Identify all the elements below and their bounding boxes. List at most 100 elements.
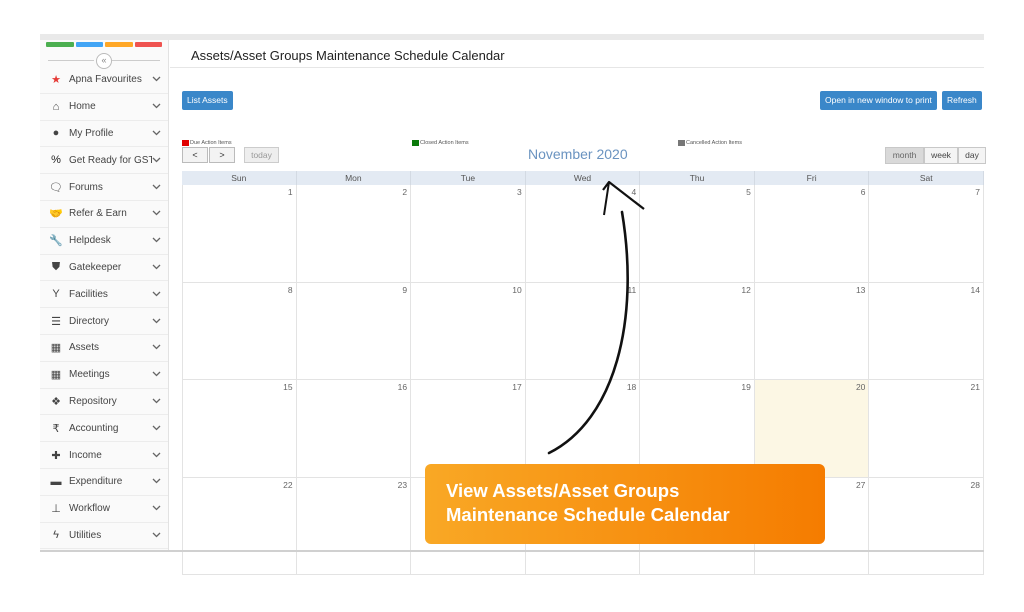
- day-number[interactable]: 7: [975, 187, 980, 197]
- calendar-day-cell[interactable]: 22: [182, 477, 297, 574]
- chevron-down-icon[interactable]: [152, 369, 162, 380]
- day-number[interactable]: 20: [856, 382, 865, 392]
- day-number[interactable]: 16: [398, 382, 407, 392]
- day-number[interactable]: 28: [971, 480, 980, 490]
- calendar-day-cell[interactable]: 8: [182, 282, 297, 379]
- day-number[interactable]: 2: [402, 187, 407, 197]
- calendar-day-cell[interactable]: 23: [297, 477, 412, 574]
- sidebar-item-label: Accounting: [69, 422, 119, 434]
- brand-color-orange: [105, 42, 133, 47]
- calendar-day-cell[interactable]: 6: [755, 185, 870, 282]
- day-number[interactable]: 27: [856, 480, 865, 490]
- sidebar-item-gatekeeper[interactable]: ⛊ Gatekeeper: [40, 255, 168, 282]
- calendar-day-cell[interactable]: 7: [869, 185, 984, 282]
- day-number[interactable]: 14: [971, 285, 980, 295]
- day-number[interactable]: 4: [632, 187, 637, 197]
- day-number[interactable]: 15: [283, 382, 292, 392]
- day-number[interactable]: 5: [746, 187, 751, 197]
- sidebar-item-accounting[interactable]: ₹ Accounting: [40, 415, 168, 443]
- day-number[interactable]: 21: [971, 382, 980, 392]
- list-assets-button[interactable]: List Assets: [182, 91, 233, 110]
- chevron-down-icon[interactable]: [152, 289, 162, 300]
- chevron-down-icon[interactable]: [152, 155, 162, 166]
- day-number[interactable]: 3: [517, 187, 522, 197]
- day-number[interactable]: 13: [856, 285, 865, 295]
- day-number[interactable]: 17: [512, 382, 521, 392]
- chevron-down-icon[interactable]: [152, 182, 162, 193]
- month-view-button[interactable]: month: [885, 147, 924, 164]
- day-number[interactable]: 23: [398, 480, 407, 490]
- calendar-day-cell[interactable]: 17: [411, 380, 526, 477]
- sidebar-item-income[interactable]: ✚ Income: [40, 442, 168, 469]
- day-view-button[interactable]: day: [958, 147, 986, 164]
- calendar-day-cell[interactable]: 18: [526, 380, 641, 477]
- calendar-day-cell[interactable]: 5: [640, 185, 755, 282]
- calendar-day-cell[interactable]: 11: [526, 282, 641, 379]
- annotation-callout: View Assets/Asset Groups Maintenance Sch…: [425, 464, 825, 544]
- chevron-down-icon[interactable]: [152, 342, 162, 353]
- calendar-day-cell[interactable]: 9: [297, 282, 412, 379]
- next-month-button[interactable]: >: [209, 147, 235, 163]
- sidebar-item-get-ready-for-gst[interactable]: % Get Ready for GST: [40, 147, 168, 175]
- sidebar-item-label: Assets: [69, 342, 100, 354]
- chevron-down-icon[interactable]: [152, 476, 162, 487]
- open-new-window-button[interactable]: Open in new window to print: [820, 91, 937, 110]
- day-number[interactable]: 11: [627, 285, 636, 295]
- chevron-down-icon[interactable]: [152, 74, 162, 85]
- calendar-day-cell[interactable]: 1: [182, 185, 297, 282]
- sidebar-item-expenditure[interactable]: ▬ Expenditure: [40, 469, 168, 496]
- day-number[interactable]: 12: [741, 285, 750, 295]
- sidebar-item-apna-favourites[interactable]: ★ Apna Favourites: [40, 67, 168, 94]
- chevron-down-icon[interactable]: [152, 396, 162, 407]
- day-number[interactable]: 8: [288, 285, 293, 295]
- calendar-day-cell[interactable]: 13: [755, 282, 870, 379]
- calendar-day-cell[interactable]: 12: [640, 282, 755, 379]
- sidebar-item-forums[interactable]: 🗨 Forums: [40, 174, 168, 201]
- chevron-down-icon[interactable]: [152, 101, 162, 112]
- day-number[interactable]: 19: [741, 382, 750, 392]
- sidebar-item-assets[interactable]: ▦ Assets: [40, 335, 168, 362]
- sidebar-item-refer-and-earn[interactable]: 🤝 Refer & Earn: [40, 201, 168, 228]
- calendar-day-cell[interactable]: 15: [182, 380, 297, 477]
- sidebar-item-workflow[interactable]: ⊥ Workflow: [40, 496, 168, 523]
- sidebar-item-directory[interactable]: ☰ Directory: [40, 308, 168, 335]
- chevron-down-icon[interactable]: [152, 530, 162, 541]
- sidebar-item-my-profile[interactable]: ● My Profile: [40, 121, 168, 148]
- today-button[interactable]: today: [244, 147, 279, 163]
- sidebar-item-facilities[interactable]: Y Facilities: [40, 281, 168, 309]
- calendar-day-cell-today[interactable]: 20: [754, 380, 870, 477]
- day-number[interactable]: 22: [283, 480, 292, 490]
- dropbox-icon: ❖: [51, 395, 61, 408]
- chevron-down-icon[interactable]: [152, 262, 162, 273]
- calendar-day-cell[interactable]: 21: [869, 380, 984, 477]
- day-number[interactable]: 18: [627, 382, 636, 392]
- calendar-day-cell[interactable]: 10: [411, 282, 526, 379]
- calendar-day-cell[interactable]: 2: [297, 185, 412, 282]
- refresh-button[interactable]: Refresh: [942, 91, 982, 110]
- calendar-day-cell[interactable]: 28: [869, 477, 984, 574]
- sidebar-item-home[interactable]: ⌂ Home: [40, 94, 168, 121]
- sidebar-item-utilities[interactable]: ϟ Utilities: [40, 523, 168, 550]
- chevron-down-icon[interactable]: [152, 503, 162, 514]
- day-number[interactable]: 1: [288, 187, 293, 197]
- calendar-day-cell[interactable]: 3: [411, 185, 526, 282]
- calendar-day-cell[interactable]: 19: [640, 380, 755, 477]
- sidebar-item-meetings[interactable]: ▦ Meetings: [40, 362, 168, 389]
- calendar-day-cell[interactable]: 4: [526, 185, 641, 282]
- day-number[interactable]: 9: [402, 285, 407, 295]
- day-number[interactable]: 6: [861, 187, 866, 197]
- week-view-button[interactable]: week: [924, 147, 958, 164]
- home-icon: ⌂: [52, 100, 60, 113]
- chevron-down-icon[interactable]: [152, 235, 162, 246]
- chevron-down-icon[interactable]: [152, 208, 162, 219]
- sidebar-item-repository[interactable]: ❖ Repository: [40, 389, 168, 416]
- chevron-down-icon[interactable]: [152, 128, 162, 139]
- prev-month-button[interactable]: <: [182, 147, 208, 163]
- calendar-day-cell[interactable]: 14: [869, 282, 984, 379]
- chevron-down-icon[interactable]: [152, 423, 162, 434]
- chevron-down-icon[interactable]: [152, 450, 162, 461]
- calendar-day-cell[interactable]: 16: [297, 380, 412, 477]
- day-number[interactable]: 10: [512, 285, 521, 295]
- chevron-down-icon[interactable]: [152, 316, 162, 327]
- sidebar-item-helpdesk[interactable]: 🔧 Helpdesk: [40, 228, 168, 255]
